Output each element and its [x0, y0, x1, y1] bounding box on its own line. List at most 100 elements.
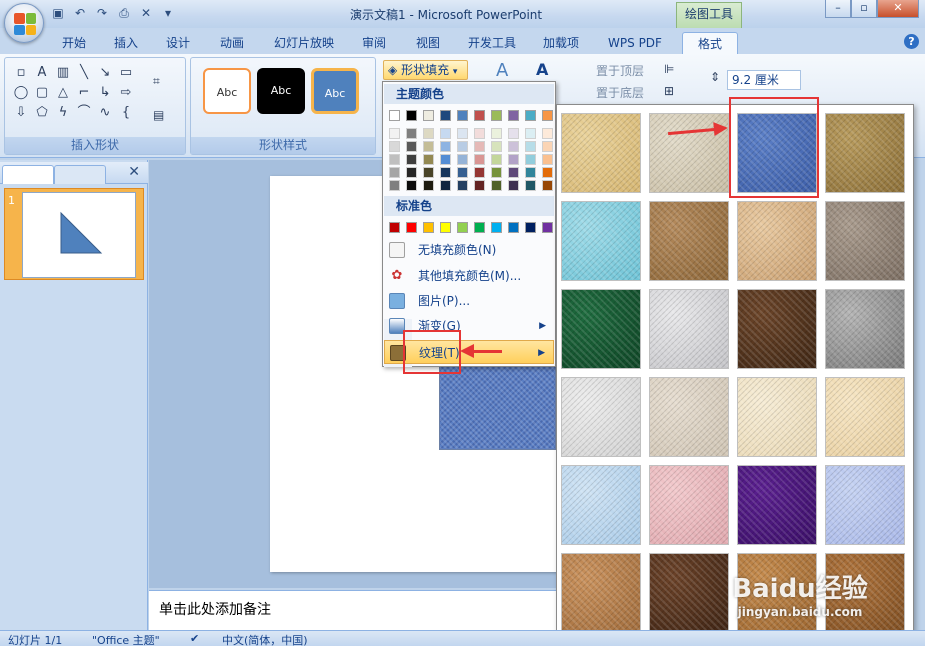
spellcheck-icon[interactable]: ✔: [190, 632, 199, 645]
texture-woven-mat[interactable]: [825, 113, 905, 193]
theme-shade-swatch[interactable]: [389, 180, 400, 191]
lightning-icon[interactable]: ϟ: [53, 104, 73, 122]
theme-shade-swatch[interactable]: [457, 141, 468, 152]
texture-brown-marble[interactable]: [737, 289, 817, 369]
texture-papyrus[interactable]: [561, 113, 641, 193]
group-icon[interactable]: ⊞: [664, 84, 674, 98]
theme-shade-swatch[interactable]: [406, 180, 417, 191]
slides-tab[interactable]: [2, 165, 54, 184]
texture-blue-tissue-paper[interactable]: [561, 465, 641, 545]
theme-shade-swatch[interactable]: [406, 128, 417, 139]
notes-pane[interactable]: 单击此处添加备注: [149, 590, 559, 630]
theme-shade-swatch[interactable]: [491, 128, 502, 139]
wordart-icon[interactable]: A: [496, 60, 508, 81]
picture-item[interactable]: 图片(P)...: [384, 289, 554, 313]
theme-shade-swatch[interactable]: [389, 154, 400, 165]
theme-shade-swatch[interactable]: [423, 154, 434, 165]
standard-color-swatch[interactable]: [525, 222, 536, 233]
redo-icon[interactable]: ↷: [94, 5, 110, 21]
tab-slideshow[interactable]: 幻灯片放映: [268, 32, 340, 54]
tab-developer[interactable]: 开发工具: [464, 32, 520, 54]
tab-addins[interactable]: 加载项: [538, 32, 584, 54]
texture-cork[interactable]: [561, 553, 641, 633]
tab-wps-pdf[interactable]: WPS PDF: [600, 32, 670, 54]
texture-fish-fossil[interactable]: [737, 201, 817, 281]
send-back-button[interactable]: 置于底层: [596, 84, 644, 101]
theme-shade-swatch[interactable]: [542, 141, 553, 152]
theme-shade-swatch[interactable]: [423, 141, 434, 152]
theme-shade-swatch[interactable]: [508, 154, 519, 165]
textbox-icon[interactable]: ▤: [153, 108, 164, 122]
oval-icon[interactable]: ◯: [11, 84, 31, 102]
theme-shade-swatch[interactable]: [440, 154, 451, 165]
standard-color-swatch[interactable]: [508, 222, 519, 233]
style-preview-orange[interactable]: Abc: [203, 68, 251, 114]
tab-insert[interactable]: 插入: [108, 32, 144, 54]
theme-shade-swatch[interactable]: [491, 141, 502, 152]
theme-shade-swatch[interactable]: [440, 141, 451, 152]
align-icon[interactable]: ⊫: [664, 62, 674, 76]
theme-color-swatch[interactable]: [491, 110, 502, 121]
shape-fill-button[interactable]: ◈ 形状填充 ▾: [383, 60, 468, 80]
texture-parchment[interactable]: [737, 377, 817, 457]
texture-purple-mesh[interactable]: [737, 465, 817, 545]
theme-color-swatch[interactable]: [406, 110, 417, 121]
office-button[interactable]: [4, 3, 44, 43]
rounded-rect-icon[interactable]: ▢: [32, 84, 52, 102]
theme-shade-swatch[interactable]: [491, 167, 502, 178]
theme-shade-swatch[interactable]: [406, 154, 417, 165]
texture-pink-tissue-paper[interactable]: [649, 465, 729, 545]
theme-shade-swatch[interactable]: [406, 141, 417, 152]
standard-color-swatch[interactable]: [406, 222, 417, 233]
tab-animations[interactable]: 动画: [214, 32, 250, 54]
theme-shade-swatch[interactable]: [457, 167, 468, 178]
texture-stationery[interactable]: [825, 377, 905, 457]
close-pane-icon[interactable]: ✕: [128, 164, 140, 180]
customize-qat-icon[interactable]: ▾: [160, 5, 176, 21]
tab-format[interactable]: 格式: [682, 32, 738, 54]
theme-color-swatch[interactable]: [474, 110, 485, 121]
elbow-icon[interactable]: ⌐: [74, 84, 94, 102]
theme-shade-swatch[interactable]: [491, 154, 502, 165]
preview-icon[interactable]: ⎙: [116, 5, 132, 21]
style-preview-black[interactable]: Abc: [257, 68, 305, 114]
slide-thumbnail[interactable]: [22, 192, 136, 278]
vtextbox-shape-icon[interactable]: ▥: [53, 64, 73, 82]
theme-shade-swatch[interactable]: [389, 141, 400, 152]
texture-recycled-paper[interactable]: [649, 377, 729, 457]
tab-home[interactable]: 开始: [56, 32, 92, 54]
theme-shade-swatch[interactable]: [457, 180, 468, 191]
curve-icon[interactable]: ∿: [95, 104, 115, 122]
theme-shade-swatch[interactable]: [457, 128, 468, 139]
right-arrow-icon[interactable]: ⇨: [116, 84, 136, 102]
outline-tab[interactable]: [54, 165, 106, 184]
theme-color-swatch[interactable]: [457, 110, 468, 121]
theme-shade-swatch[interactable]: [542, 154, 553, 165]
theme-shade-swatch[interactable]: [474, 141, 485, 152]
arc-icon[interactable]: ⌒: [74, 104, 94, 122]
style-preview-blue[interactable]: Abc: [311, 68, 359, 114]
maximize-button[interactable]: ▫: [851, 0, 877, 18]
theme-shade-swatch[interactable]: [457, 154, 468, 165]
theme-color-swatch[interactable]: [440, 110, 451, 121]
textured-shape-preview[interactable]: [439, 364, 556, 450]
close-icon[interactable]: ✕: [138, 5, 154, 21]
theme-shade-swatch[interactable]: [508, 167, 519, 178]
theme-shade-swatch[interactable]: [440, 167, 451, 178]
theme-shade-swatch[interactable]: [474, 154, 485, 165]
texture-granite[interactable]: [825, 289, 905, 369]
standard-color-swatch[interactable]: [457, 222, 468, 233]
standard-color-swatch[interactable]: [491, 222, 502, 233]
theme-shade-swatch[interactable]: [389, 167, 400, 178]
theme-shade-swatch[interactable]: [423, 128, 434, 139]
theme-shade-swatch[interactable]: [440, 128, 451, 139]
bring-front-button[interactable]: 置于顶层: [596, 62, 644, 79]
theme-shade-swatch[interactable]: [389, 128, 400, 139]
theme-shade-swatch[interactable]: [508, 128, 519, 139]
help-icon[interactable]: ?: [904, 34, 919, 49]
standard-color-swatch[interactable]: [542, 222, 553, 233]
theme-shade-swatch[interactable]: [542, 128, 553, 139]
tab-review[interactable]: 审阅: [356, 32, 392, 54]
texture-water-droplets[interactable]: [561, 201, 641, 281]
shape-height-input[interactable]: 9.2 厘米: [727, 70, 801, 90]
